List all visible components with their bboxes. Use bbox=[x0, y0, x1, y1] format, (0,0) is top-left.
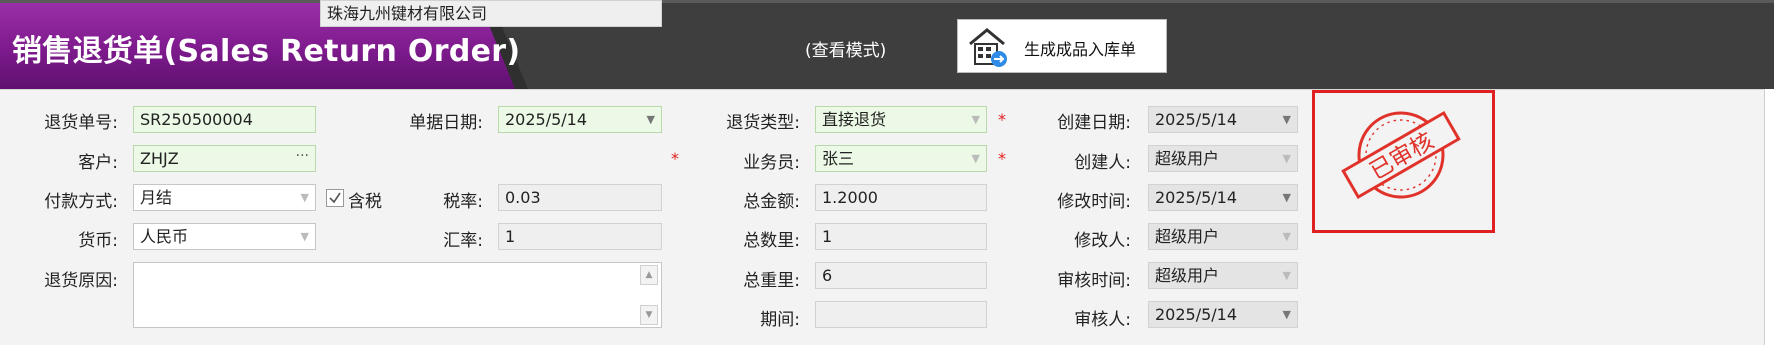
return-type-select[interactable]: 直接退货 ▼ bbox=[815, 106, 987, 133]
return-no-label: 退货单号: bbox=[44, 113, 118, 133]
customer-name-field: 珠海九州键材有限公司 bbox=[320, 0, 662, 27]
exchange-rate-label: 汇率: bbox=[443, 231, 483, 251]
total-amount-field: 1.2000 bbox=[815, 184, 987, 211]
create-date-value: 2025/5/14 bbox=[1155, 110, 1238, 129]
return-reason-label: 退货原因: bbox=[44, 271, 118, 291]
period-field bbox=[815, 301, 987, 328]
doc-date-value: 2025/5/14 bbox=[505, 110, 588, 129]
required-marker: * bbox=[671, 149, 679, 168]
salesperson-value: 张三 bbox=[822, 149, 855, 168]
chevron-down-icon: ▼ bbox=[1282, 230, 1291, 243]
total-qty-field: 1 bbox=[815, 223, 987, 250]
total-weight-field: 6 bbox=[815, 262, 987, 289]
modify-time-value: 2025/5/14 bbox=[1155, 188, 1238, 207]
tax-included-checkbox[interactable] bbox=[326, 189, 344, 207]
creator-value: 超级用户 bbox=[1155, 149, 1220, 168]
auditor-label: 审核人: bbox=[1074, 310, 1131, 330]
view-mode-label: (查看模式) bbox=[805, 41, 887, 61]
customer-label: 客户: bbox=[78, 153, 118, 173]
doc-date-label: 单据日期: bbox=[409, 113, 483, 133]
doc-date-field[interactable]: 2025/5/14 ▼ bbox=[498, 106, 662, 133]
creator-field: 超级用户 ▼ bbox=[1148, 145, 1298, 172]
required-marker: * bbox=[998, 149, 1006, 168]
return-reason-textarea[interactable] bbox=[133, 262, 662, 328]
tax-rate-field: 0.03 bbox=[498, 184, 662, 211]
chevron-down-icon: ▼ bbox=[1282, 152, 1291, 165]
tax-included-label: 含税 bbox=[348, 192, 382, 212]
creator-label: 创建人: bbox=[1074, 153, 1131, 173]
salesperson-select[interactable]: 张三 ▼ bbox=[815, 145, 987, 172]
exchange-rate-field: 1 bbox=[498, 223, 662, 250]
return-type-label: 退货类型: bbox=[726, 113, 800, 133]
audit-time-field: 超级用户 ▼ bbox=[1148, 262, 1298, 289]
customer-code-field[interactable]: ZHJZ ··· bbox=[133, 145, 316, 172]
ellipsis-icon[interactable]: ··· bbox=[296, 146, 309, 169]
right-edge bbox=[1764, 89, 1774, 345]
period-label: 期间: bbox=[760, 310, 800, 330]
payment-method-value: 月结 bbox=[140, 188, 173, 207]
total-amount-label: 总金额: bbox=[743, 192, 800, 212]
total-weight-label: 总重里: bbox=[743, 271, 800, 291]
chevron-down-icon: ▼ bbox=[1282, 191, 1291, 204]
tax-rate-label: 税率: bbox=[443, 192, 483, 212]
modifier-field: 超级用户 ▼ bbox=[1148, 223, 1298, 250]
page-title: 销售退货单(Sales Return Order) bbox=[12, 34, 521, 69]
audit-time-label: 审核时间: bbox=[1057, 271, 1131, 291]
chevron-down-icon[interactable]: ▼ bbox=[972, 107, 980, 132]
return-no-field[interactable]: SR250500004 bbox=[133, 106, 316, 133]
modifier-label: 修改人: bbox=[1074, 231, 1131, 251]
modify-time-label: 修改时间: bbox=[1057, 192, 1131, 212]
salesperson-label: 业务员: bbox=[743, 153, 800, 173]
generate-button-label: 生成成品入库单 bbox=[1024, 40, 1137, 59]
create-date-field: 2025/5/14 ▼ bbox=[1148, 106, 1298, 133]
customer-code-value: ZHJZ bbox=[140, 149, 179, 168]
audit-stamp-frame: 已审核 bbox=[1312, 90, 1495, 233]
modify-time-field: 2025/5/14 ▼ bbox=[1148, 184, 1298, 211]
chevron-down-icon[interactable]: ▼ bbox=[972, 146, 980, 171]
header-top-line bbox=[0, 0, 1774, 3]
chevron-down-icon[interactable]: ▼ bbox=[301, 224, 309, 249]
required-marker: * bbox=[998, 110, 1006, 129]
auditor-value: 2025/5/14 bbox=[1155, 305, 1238, 324]
chevron-down-icon: ▼ bbox=[1282, 113, 1291, 126]
currency-label: 货币: bbox=[78, 231, 118, 251]
return-type-value: 直接退货 bbox=[822, 110, 887, 129]
total-qty-label: 总数里: bbox=[743, 231, 800, 251]
chevron-down-icon[interactable]: ▼ bbox=[301, 185, 309, 210]
currency-value: 人民币 bbox=[140, 227, 189, 246]
chevron-down-icon: ▼ bbox=[1282, 269, 1291, 282]
approved-stamp-icon: 已审核 bbox=[1341, 110, 1461, 200]
chevron-down-icon[interactable]: ▼ bbox=[647, 107, 655, 132]
auditor-field: 2025/5/14 ▼ bbox=[1148, 301, 1298, 328]
payment-method-select[interactable]: 月结 ▼ bbox=[133, 184, 316, 211]
generate-finished-goods-receipt-button[interactable]: 生成成品入库单 bbox=[957, 19, 1167, 73]
scroll-down-button[interactable]: ▼ bbox=[640, 305, 658, 325]
create-date-label: 创建日期: bbox=[1057, 113, 1131, 133]
modifier-value: 超级用户 bbox=[1155, 227, 1220, 246]
sales-return-order-window: 销售退货单(Sales Return Order) (查看模式) 生成成品入库单… bbox=[0, 0, 1774, 345]
scroll-up-button[interactable]: ▲ bbox=[640, 265, 658, 285]
payment-method-label: 付款方式: bbox=[44, 192, 118, 212]
audit-time-value: 超级用户 bbox=[1155, 266, 1220, 285]
currency-select[interactable]: 人民币 ▼ bbox=[133, 223, 316, 250]
warehouse-icon bbox=[967, 26, 1009, 68]
chevron-down-icon: ▼ bbox=[1282, 308, 1291, 321]
